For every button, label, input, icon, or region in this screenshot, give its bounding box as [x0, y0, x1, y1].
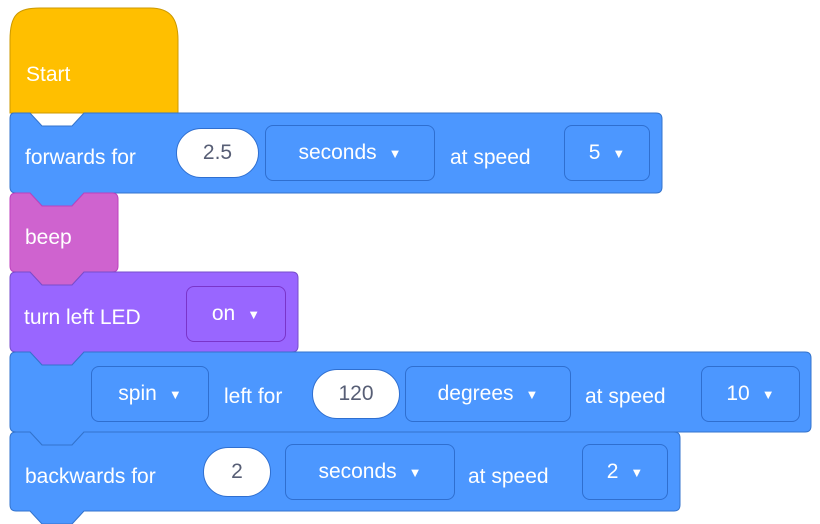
backwards-speed-dropdown[interactable]: 2 ▼	[582, 444, 668, 500]
spin-speed-value: 10	[726, 382, 750, 405]
led-state-value: on	[211, 302, 236, 325]
backwards-duration-input[interactable]: 2	[203, 447, 271, 497]
caret-down-icon: ▼	[408, 464, 422, 480]
spin-unit-dropdown[interactable]: degrees ▼	[405, 366, 571, 422]
forwards-speed-label: at speed	[450, 146, 531, 169]
caret-down-icon: ▼	[630, 464, 644, 480]
spin-speed-dropdown[interactable]: 10 ▼	[701, 366, 800, 422]
forwards-unit-value: seconds	[298, 141, 377, 164]
backwards-label: backwards for	[25, 465, 156, 488]
caret-down-icon: ▼	[247, 306, 261, 322]
start-block-label[interactable]: Start	[26, 62, 70, 88]
backwards-speed-value: 2	[606, 460, 619, 483]
spin-degrees-input[interactable]: 120	[312, 369, 400, 419]
spin-left-for-label: left for	[224, 385, 283, 408]
caret-down-icon: ▼	[168, 386, 182, 402]
caret-down-icon: ▼	[761, 386, 775, 402]
backwards-speed-label: at speed	[468, 465, 549, 488]
spin-direction-dropdown[interactable]: spin ▼	[91, 366, 209, 422]
led-state-dropdown[interactable]: on ▼	[186, 286, 286, 342]
caret-down-icon: ▼	[388, 145, 402, 161]
forwards-speed-value: 5	[588, 141, 601, 164]
spin-direction-value: spin	[118, 382, 157, 405]
spin-speed-label: at speed	[585, 385, 666, 408]
start-block-shape	[9, 7, 179, 114]
spin-unit-value: degrees	[437, 382, 514, 405]
forwards-unit-dropdown[interactable]: seconds ▼	[265, 125, 435, 181]
beep-label[interactable]: beep	[25, 225, 72, 251]
forwards-duration-input[interactable]: 2.5	[176, 128, 259, 178]
backwards-unit-dropdown[interactable]: seconds ▼	[285, 444, 455, 500]
caret-down-icon: ▼	[612, 145, 626, 161]
forwards-speed-dropdown[interactable]: 5 ▼	[564, 125, 650, 181]
forwards-label: forwards for	[25, 146, 136, 169]
backwards-unit-value: seconds	[318, 460, 397, 483]
caret-down-icon: ▼	[525, 386, 539, 402]
led-label: turn left LED	[24, 306, 141, 329]
